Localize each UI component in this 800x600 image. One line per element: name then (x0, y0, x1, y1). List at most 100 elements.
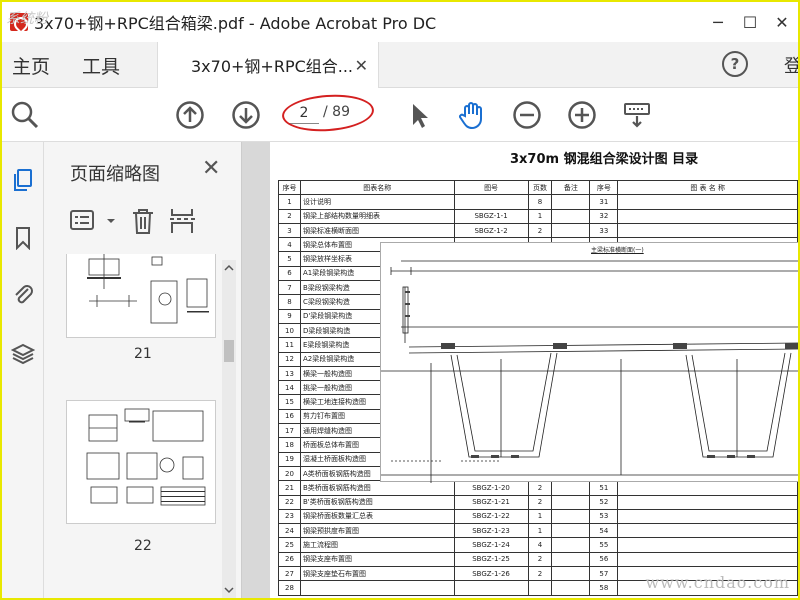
toc-cell: 1 (527, 508, 553, 525)
login-button[interactable]: 登 (784, 52, 798, 78)
toc-cell: SBGZ-1-25 (453, 551, 529, 568)
toc-cell (617, 494, 798, 510)
toc-cell: 4 (527, 537, 553, 553)
watermark-site: www.cndao.com (645, 573, 790, 592)
bookmark-icon[interactable] (11, 226, 35, 250)
toc-cell: 53 (589, 508, 619, 525)
chevron-down-icon[interactable] (106, 209, 116, 233)
toc-cell: 4 (278, 237, 301, 253)
page-thumbnails-icon[interactable] (11, 168, 35, 192)
tab-document[interactable]: 3x70+钢+RPC组合... ✕ (157, 42, 379, 88)
toc-cell: 钢梁支座垫石布置图 (299, 566, 455, 582)
window-title: 3x70+钢+RPC组合箱梁.pdf - Adobe Acrobat Pro D… (34, 14, 437, 33)
toc-cell: 2 (527, 566, 553, 582)
thumbnail-label-21: 21 (134, 346, 152, 362)
toc-cell (617, 551, 798, 568)
toc-cell (617, 537, 798, 553)
scroll-down-icon[interactable] (222, 584, 236, 596)
toc-cell: 2 (278, 208, 301, 224)
toc-cell (453, 194, 529, 210)
select-pointer-icon[interactable] (404, 100, 434, 130)
toc-row: 2 钢梁上部结构数量明细表 SBGZ-1-1 1 32 (278, 208, 798, 224)
document-heading: 3x70m 钢混组合梁设计图 目录 (510, 152, 699, 167)
toolbar (2, 88, 798, 142)
thumbnail-options-icon[interactable] (70, 209, 100, 233)
toc-cell: 16 (278, 408, 301, 425)
toc-cell (551, 194, 591, 210)
toc-cell (453, 580, 529, 596)
girder-section-svg (381, 260, 798, 483)
toc-cell: 8 (527, 194, 553, 210)
close-tab-icon[interactable]: ✕ (355, 56, 368, 75)
next-page-icon[interactable] (231, 100, 261, 130)
thumbnail-list: 21 22 (58, 254, 218, 598)
minimize-button[interactable]: ─ (702, 2, 734, 42)
toc-cell: 钢梁标准横断面图 (299, 222, 455, 239)
toc-cell: 24 (278, 523, 301, 539)
toc-cell: 32 (589, 208, 619, 224)
toc-header-cell: 序号 (589, 179, 619, 196)
scroll-thumb[interactable] (224, 340, 234, 362)
toc-cell: 施工流程图 (299, 537, 455, 553)
scroll-up-icon[interactable] (222, 262, 236, 274)
toc-cell: 55 (589, 537, 619, 553)
close-window-button[interactable]: ✕ (766, 2, 798, 42)
toc-header-cell: 图号 (453, 179, 529, 196)
toc-cell: SBGZ-1-22 (453, 508, 529, 525)
toc-cell: 8 (278, 294, 301, 310)
toc-cell: 26 (278, 551, 301, 568)
navigation-rail (2, 142, 44, 598)
toc-header-cell: 图表名称 (299, 179, 455, 196)
tab-home[interactable]: 主页 (12, 52, 50, 79)
toc-cell: 33 (589, 222, 619, 239)
toc-cell: 1 (527, 208, 553, 224)
toc-header-cell: 页数 (527, 179, 553, 196)
toc-cell: 56 (589, 551, 619, 568)
hand-tool-icon[interactable] (457, 100, 487, 130)
panel-title: 页面缩略图 (70, 164, 160, 185)
attachment-icon[interactable] (11, 282, 35, 306)
toc-cell (527, 580, 553, 596)
toc-cell: 28 (278, 580, 301, 596)
toc-cell: 25 (278, 537, 301, 553)
toc-cell: 钢梁预拱度布置图 (299, 523, 455, 539)
toc-cell (617, 523, 798, 539)
zoom-in-icon[interactable] (567, 100, 597, 130)
extract-pages-icon[interactable] (168, 207, 196, 235)
toc-cell: 54 (589, 523, 619, 539)
toc-cell: 23 (278, 508, 301, 525)
toc-cell: 5 (278, 251, 301, 267)
toc-cell: 13 (278, 365, 301, 382)
toc-cell: 7 (278, 280, 301, 296)
layers-icon[interactable] (11, 342, 35, 366)
drawing-title: 主梁标准横断面(一) (591, 247, 644, 254)
search-icon[interactable] (10, 100, 40, 130)
toc-cell: 2 (527, 551, 553, 568)
toc-cell: SBGZ-1-24 (453, 537, 529, 553)
document-tab-label: 3x70+钢+RPC组合... (191, 57, 354, 76)
restore-button[interactable]: ☐ (734, 2, 766, 42)
previous-page-icon[interactable] (175, 100, 205, 130)
toc-row: 26 钢梁支座布置图 SBGZ-1-25 2 56 (278, 551, 798, 568)
toc-cell: 6 (278, 265, 301, 282)
toc-cell (551, 580, 591, 596)
toc-cell: 17 (278, 423, 301, 439)
close-panel-icon[interactable]: ✕ (202, 156, 220, 181)
toc-cell (551, 222, 591, 239)
thumbnail-page-21[interactable] (66, 254, 216, 338)
help-icon[interactable]: ? (722, 51, 748, 77)
toc-cell (551, 523, 591, 539)
toc-cell: 21 (278, 480, 301, 496)
thumbnail-scrollbar[interactable] (222, 260, 236, 598)
toc-cell (617, 208, 798, 224)
toc-cell (617, 194, 798, 210)
toc-cell (551, 208, 591, 224)
keyboard-icon[interactable] (622, 100, 652, 130)
tab-tools[interactable]: 工具 (82, 52, 120, 79)
delete-icon[interactable] (128, 207, 158, 235)
toc-cell: 9 (278, 308, 301, 324)
toc-cell (551, 508, 591, 525)
thumbnail-page-22[interactable] (66, 400, 216, 524)
zoom-out-icon[interactable] (512, 100, 542, 130)
toc-cell: 1 (527, 523, 553, 539)
